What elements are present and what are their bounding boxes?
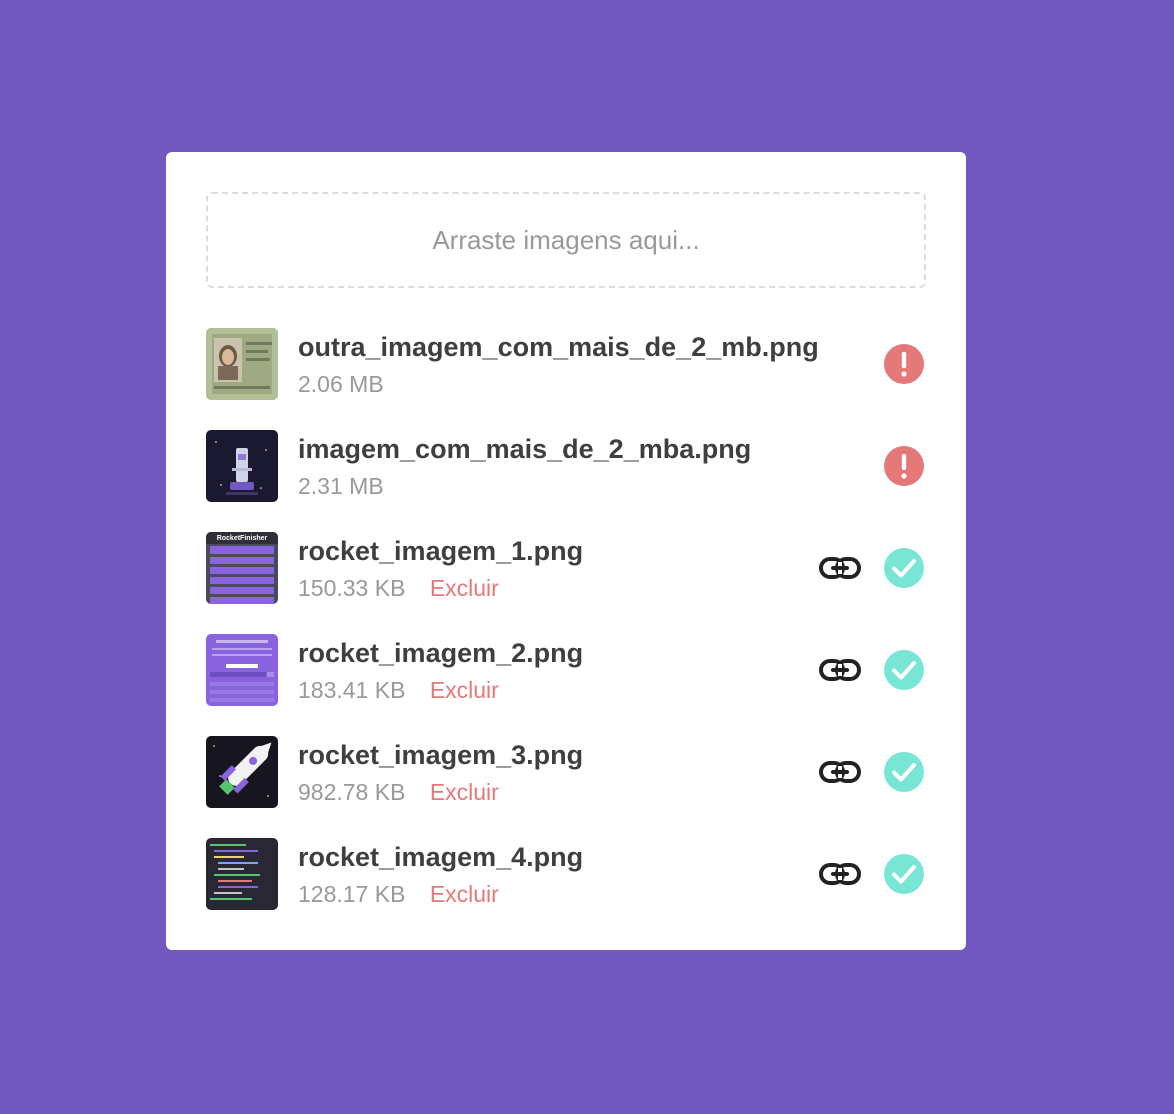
delete-button[interactable]: Excluir	[430, 880, 499, 908]
thumbnail-title: RocketFinisher	[217, 535, 268, 542]
check-circle-icon	[884, 752, 924, 792]
dropzone[interactable]: Arraste imagens aqui...	[206, 192, 926, 288]
file-size: 982.78 KB	[298, 779, 406, 805]
delete-button[interactable]: Excluir	[430, 574, 499, 602]
link-icon[interactable]	[818, 859, 862, 889]
file-name: rocket_imagem_2.png	[298, 638, 584, 668]
file-thumbnail: RocketFinisher	[206, 532, 278, 604]
file-name: outra_imagem_com_mais_de_2_mb.png	[298, 332, 819, 362]
file-name: imagem_com_mais_de_2_mba.png	[298, 434, 752, 464]
file-thumbnail	[206, 328, 278, 400]
file-thumbnail	[206, 634, 278, 706]
file-list: outra_imagem_com_mais_de_2_mb.png 2.06 M…	[206, 328, 926, 910]
file-size: 2.31 MB	[298, 473, 384, 499]
exclamation-circle-icon	[884, 344, 924, 384]
file-name: rocket_imagem_3.png	[298, 740, 584, 770]
file-thumbnail	[206, 736, 278, 808]
upload-card: Arraste imagens aqui... outra_imagem_com…	[166, 152, 966, 950]
check-circle-icon	[884, 854, 924, 894]
file-size: 128.17 KB	[298, 881, 406, 907]
delete-button[interactable]: Excluir	[430, 676, 499, 704]
file-name: rocket_imagem_1.png	[298, 536, 584, 566]
list-item: imagem_com_mais_de_2_mba.png 2.31 MB	[206, 430, 926, 502]
file-size: 2.06 MB	[298, 371, 384, 397]
file-size: 150.33 KB	[298, 575, 406, 601]
list-item: RocketFinisher rocket_imagem_1.png 150.3…	[206, 532, 926, 604]
file-size: 183.41 KB	[298, 677, 406, 703]
link-icon[interactable]	[818, 553, 862, 583]
list-item: rocket_imagem_3.png 982.78 KB Excluir	[206, 736, 926, 808]
check-circle-icon	[884, 650, 924, 690]
link-icon[interactable]	[818, 757, 862, 787]
exclamation-circle-icon	[884, 446, 924, 486]
list-item: outra_imagem_com_mais_de_2_mb.png 2.06 M…	[206, 328, 926, 400]
check-circle-icon	[884, 548, 924, 588]
dropzone-placeholder: Arraste imagens aqui...	[432, 224, 700, 255]
list-item: rocket_imagem_4.png 128.17 KB Excluir	[206, 838, 926, 910]
file-name: rocket_imagem_4.png	[298, 842, 584, 872]
list-item: rocket_imagem_2.png 183.41 KB Excluir	[206, 634, 926, 706]
file-thumbnail	[206, 838, 278, 910]
delete-button[interactable]: Excluir	[430, 778, 499, 806]
link-icon[interactable]	[818, 655, 862, 685]
file-thumbnail	[206, 430, 278, 502]
